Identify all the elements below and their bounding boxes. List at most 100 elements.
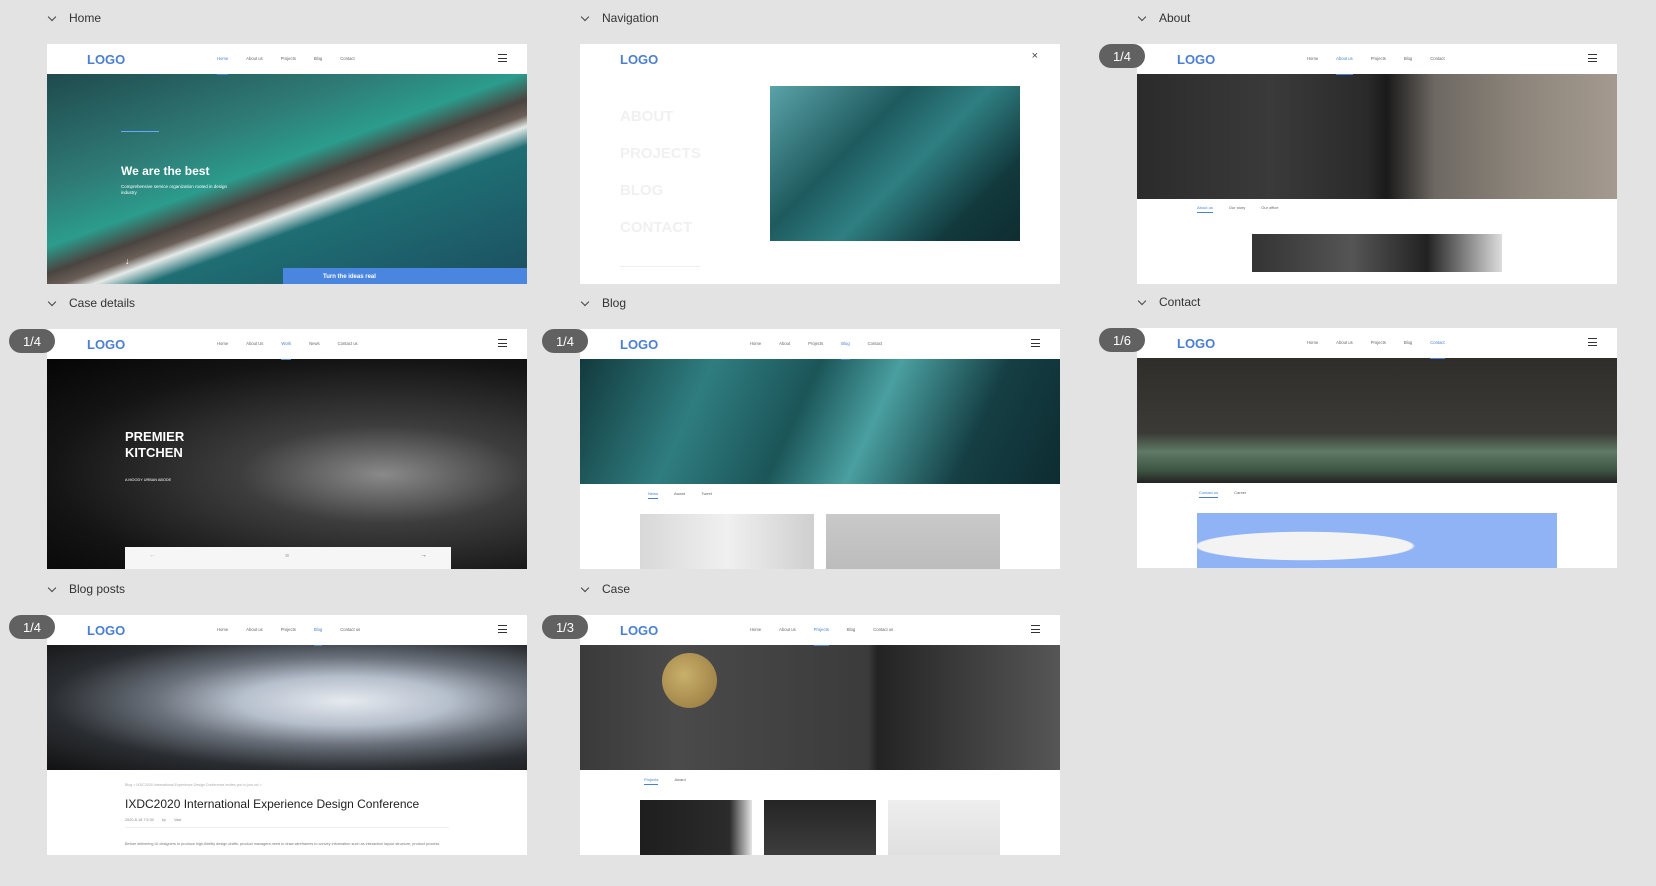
group-title: Case bbox=[602, 582, 631, 596]
menu-item[interactable]: News bbox=[309, 341, 319, 346]
chevron-down-icon[interactable] bbox=[47, 13, 57, 23]
blog-card-image[interactable] bbox=[640, 514, 814, 569]
page-thumbnail-case-details[interactable]: LOGO Home About Us Work News Contact us … bbox=[47, 329, 527, 569]
group-header[interactable]: About bbox=[1137, 8, 1190, 28]
subtab[interactable]: About us bbox=[1197, 205, 1213, 213]
menu-item[interactable]: Blog bbox=[1404, 56, 1412, 61]
menu-item[interactable]: Work bbox=[281, 341, 291, 360]
menu-item[interactable]: Projects bbox=[281, 56, 296, 61]
menu-item[interactable]: About us bbox=[246, 56, 263, 61]
subtab[interactable]: Our office bbox=[1261, 205, 1278, 213]
menu-item[interactable]: About bbox=[779, 341, 790, 346]
chevron-down-icon[interactable] bbox=[580, 584, 590, 594]
menu-item[interactable]: Home bbox=[1307, 56, 1318, 61]
menu-icon[interactable] bbox=[1031, 625, 1040, 633]
menu-icon[interactable] bbox=[498, 625, 507, 633]
subtab[interactable]: Award bbox=[674, 491, 685, 499]
post-body: Before delivering UI designers to produc… bbox=[125, 842, 440, 846]
menu-item[interactable]: About us bbox=[1336, 340, 1353, 345]
subtab[interactable]: Our story bbox=[1229, 205, 1245, 213]
group-header[interactable]: Navigation bbox=[580, 8, 659, 28]
group-title: Blog posts bbox=[69, 582, 126, 596]
logo: LOGO bbox=[87, 337, 126, 352]
menu-item[interactable]: Home bbox=[750, 341, 761, 346]
group-header[interactable]: Home bbox=[47, 8, 101, 28]
menu-item[interactable]: Contact bbox=[1430, 340, 1446, 359]
chevron-down-icon[interactable] bbox=[1137, 297, 1147, 307]
menu-item[interactable]: Home bbox=[750, 627, 761, 632]
menu-item[interactable]: Contact us bbox=[340, 627, 360, 632]
menu-item[interactable]: Projects bbox=[813, 627, 829, 646]
menu-item[interactable]: Home bbox=[1307, 340, 1318, 345]
subtab[interactable]: Contact us bbox=[1199, 490, 1219, 498]
menu-item[interactable]: About us bbox=[246, 627, 263, 632]
subtab[interactable]: Career bbox=[1234, 490, 1246, 498]
chevron-down-icon[interactable] bbox=[580, 13, 590, 23]
logo: LOGO bbox=[620, 623, 659, 638]
subtab[interactable]: News bbox=[648, 491, 659, 499]
menu-icon[interactable] bbox=[1588, 54, 1597, 62]
menu-item[interactable]: Home bbox=[217, 56, 229, 75]
arrow-right-icon[interactable]: → bbox=[420, 552, 427, 559]
site-header: LOGO Home About us Projects Blog Contact bbox=[47, 44, 527, 75]
page-thumbnail-about[interactable]: LOGO Home About us Projects Blog Contact… bbox=[1137, 44, 1617, 284]
menu-icon[interactable] bbox=[1031, 339, 1040, 347]
nav-link[interactable]: CONTACT bbox=[620, 209, 701, 246]
page-thumbnail-navigation[interactable]: LOGO × ABOUT PROJECTS BLOG CONTACT bbox=[580, 44, 1060, 284]
menu-icon[interactable] bbox=[498, 339, 507, 347]
page-thumbnail-home[interactable]: LOGO Home About us Projects Blog Contact… bbox=[47, 44, 527, 284]
menu-item[interactable]: Blog bbox=[1404, 340, 1412, 345]
menu-item[interactable]: Projects bbox=[1371, 340, 1386, 345]
page-thumbnail-case[interactable]: LOGO Home About us Projects Blog Contact… bbox=[580, 615, 1060, 855]
subtab[interactable]: Award bbox=[674, 777, 685, 785]
nav-link[interactable]: ABOUT bbox=[620, 98, 701, 135]
group-header[interactable]: Case bbox=[580, 579, 630, 599]
menu-icon[interactable] bbox=[498, 54, 507, 62]
nav-link[interactable]: BLOG bbox=[620, 172, 701, 209]
menu-item[interactable]: Home bbox=[217, 341, 228, 346]
chevron-down-icon[interactable] bbox=[47, 298, 57, 308]
menu-item[interactable]: Contact us bbox=[873, 627, 893, 632]
menu-item[interactable]: About us bbox=[779, 627, 796, 632]
menu-item[interactable]: Blog bbox=[313, 627, 323, 646]
chevron-down-icon[interactable] bbox=[580, 298, 590, 308]
group-header[interactable]: Blog posts bbox=[47, 579, 125, 599]
arrow-left-icon[interactable]: ← bbox=[149, 552, 156, 559]
menu-icon[interactable] bbox=[1588, 338, 1597, 346]
nav-link[interactable]: PROJECTS bbox=[620, 135, 701, 172]
case-card-image[interactable] bbox=[764, 800, 876, 855]
menu-item[interactable]: Contact bbox=[1430, 56, 1444, 61]
group-header[interactable]: Case details bbox=[47, 293, 135, 313]
blog-card-image[interactable] bbox=[826, 514, 1000, 569]
chevron-down-icon[interactable] bbox=[47, 584, 57, 594]
menu-item[interactable]: Contact bbox=[868, 341, 882, 346]
case-slider-bar[interactable]: ← ≡ → bbox=[125, 547, 451, 569]
menu-item[interactable]: Home bbox=[217, 627, 228, 632]
page-thumbnail-blog-posts[interactable]: LOGO Home About us Projects Blog Contact… bbox=[47, 615, 527, 855]
case-card-image[interactable] bbox=[888, 800, 1000, 855]
menu-item[interactable]: Blog bbox=[314, 56, 322, 61]
case-title: PREMIER KITCHEN bbox=[125, 429, 184, 461]
page-thumbnail-blog[interactable]: LOGO Home About Projects Blog Contact Ne… bbox=[580, 329, 1060, 569]
menu-item[interactable]: Projects bbox=[281, 627, 296, 632]
cta-button[interactable]: Turn the ideas real bbox=[283, 268, 527, 284]
page-thumbnail-contact[interactable]: LOGO Home About us Projects Blog Contact… bbox=[1137, 328, 1617, 568]
menu-item[interactable]: Projects bbox=[1371, 56, 1386, 61]
menu-item[interactable]: About Us bbox=[246, 341, 263, 346]
case-card-image[interactable] bbox=[640, 800, 752, 855]
scroll-down-icon[interactable]: ↓ bbox=[125, 256, 130, 266]
group-header[interactable]: Contact bbox=[1137, 292, 1200, 312]
menu-item[interactable]: Projects bbox=[808, 341, 823, 346]
group-header[interactable]: Blog bbox=[580, 293, 626, 313]
chevron-down-icon[interactable] bbox=[1137, 13, 1147, 23]
menu-item[interactable]: Blog bbox=[847, 627, 855, 632]
menu-item[interactable]: Blog bbox=[841, 341, 851, 360]
menu-icon[interactable]: ≡ bbox=[285, 553, 289, 560]
menu-item[interactable]: About us bbox=[1336, 56, 1353, 75]
close-icon[interactable]: × bbox=[1032, 50, 1038, 62]
menu-item[interactable]: Contact bbox=[340, 56, 354, 61]
subtab[interactable]: Projects bbox=[644, 777, 659, 785]
menu-item[interactable]: Contact us bbox=[338, 341, 358, 346]
subtab[interactable]: Tweet bbox=[701, 491, 712, 499]
contact-map[interactable] bbox=[1197, 513, 1557, 568]
